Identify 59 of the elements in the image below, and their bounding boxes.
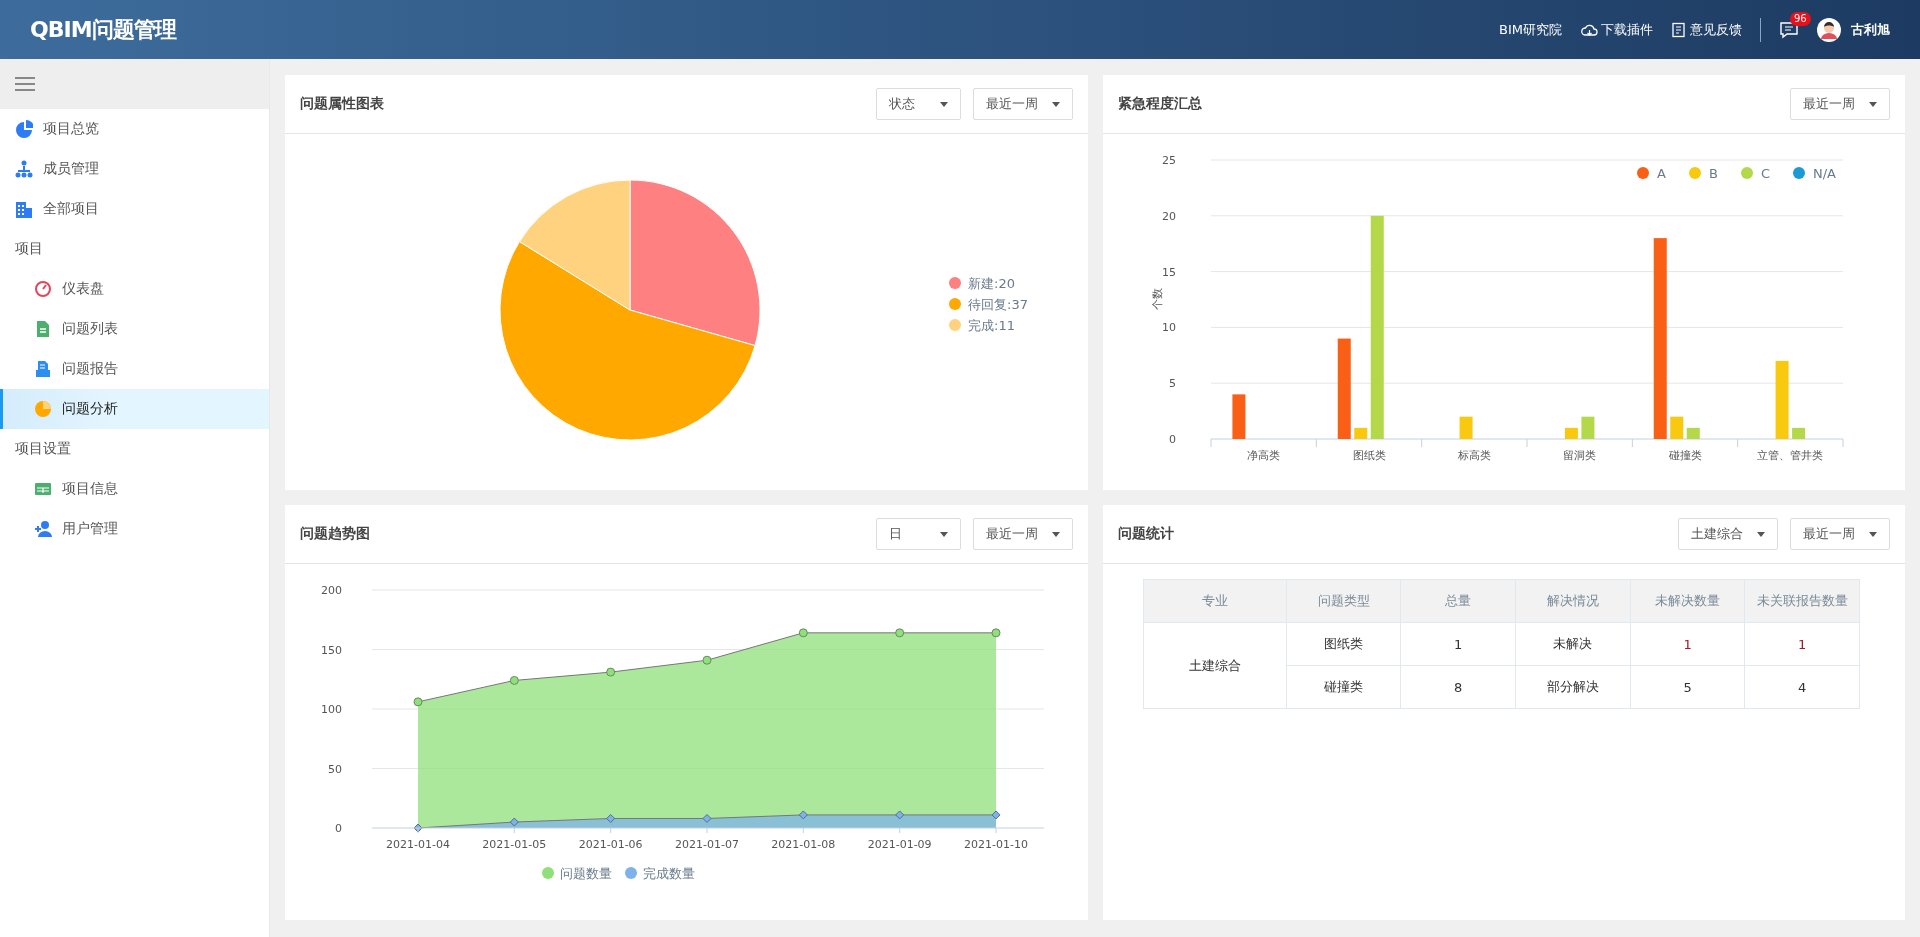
axis-tick-label: 2021-01-07 [675,838,739,851]
message-count-badge: 96 [1790,11,1811,26]
sidebar-group-label: 项目设置 [14,439,72,458]
axis-tick-label: 20 [1161,209,1176,223]
axis-tick-label: 图纸类 [1352,449,1385,462]
axis-tick-label: 100 [321,703,342,716]
legend-label: 待回复:37 [968,297,1028,312]
table-cell: 8 [1400,665,1516,709]
axis-tick-label: 2021-01-05 [482,838,547,851]
axis-tick-label: 2021-01-04 [386,838,450,851]
axis-tick-label: 50 [328,762,342,776]
legend-label: 问题数量 [560,866,612,881]
axis-tick-label: 留洞类 [1562,449,1596,462]
legend-label: A [1656,166,1666,181]
axis-title: 个数 [1150,288,1164,310]
sidebar-group-label: 项目 [14,239,44,258]
legend-label: 完成数量 [643,866,695,881]
column-header: 专业 [1143,579,1287,623]
column-header: 未关联报告数量 [1744,579,1860,623]
axis-tick-label: 2021-01-08 [771,838,836,851]
legend-label: 完成:11 [968,318,1015,333]
panel-title: 紧急程度汇总 [1117,95,1203,113]
table-cell: 1 [1400,622,1516,666]
axis-tick-label: 10 [1161,321,1176,335]
table-cell: 图纸类 [1286,622,1401,666]
axis-tick-label: 立管、管井类 [1756,449,1823,462]
table-cell: 5 [1630,665,1745,709]
legend-label: C [1760,166,1770,181]
panel-title: 问题趋势图 [300,525,371,543]
table-cell: 未解决 [1515,622,1631,666]
table-cell: 1 [1744,622,1860,666]
legend-label: B [1708,166,1718,181]
column-header: 解决情况 [1515,579,1631,623]
legend-label: 新建:20 [968,276,1015,291]
axis-tick-label: 15 [1161,265,1176,279]
axis-tick-label: 碰撞类 [1668,449,1701,462]
app-logo: QBIM问题管理 [30,15,176,44]
axis-tick-label: 2021-01-09 [867,838,932,851]
panel-title: 问题属性图表 [300,95,385,113]
panel-title: 问题统计 [1117,525,1175,543]
axis-tick-label: 2021-01-06 [578,838,643,851]
axis-tick-label: 5 [1168,377,1176,391]
axis-tick-label: 200 [321,584,342,597]
table-cell: 1 [1630,622,1745,666]
axis-tick-label: 0 [335,822,342,835]
column-header: 问题类型 [1286,579,1401,623]
axis-tick-label: 25 [1161,154,1176,167]
column-header: 未解决数量 [1630,579,1745,623]
axis-tick-label: 0 [1168,433,1176,446]
axis-tick-label: 标高类 [1457,449,1491,462]
table-cell: 碰撞类 [1286,665,1401,709]
axis-tick-label: 150 [321,643,342,657]
axis-tick-label: 净高类 [1246,449,1280,462]
axis-tick-label: 2021-01-10 [964,838,1028,851]
table-cell: 土建综合 [1143,622,1287,709]
column-header: 总量 [1400,579,1516,623]
table-cell: 部分解决 [1515,665,1631,709]
legend-label: N/A [1812,166,1836,181]
table-cell: 4 [1744,665,1860,709]
